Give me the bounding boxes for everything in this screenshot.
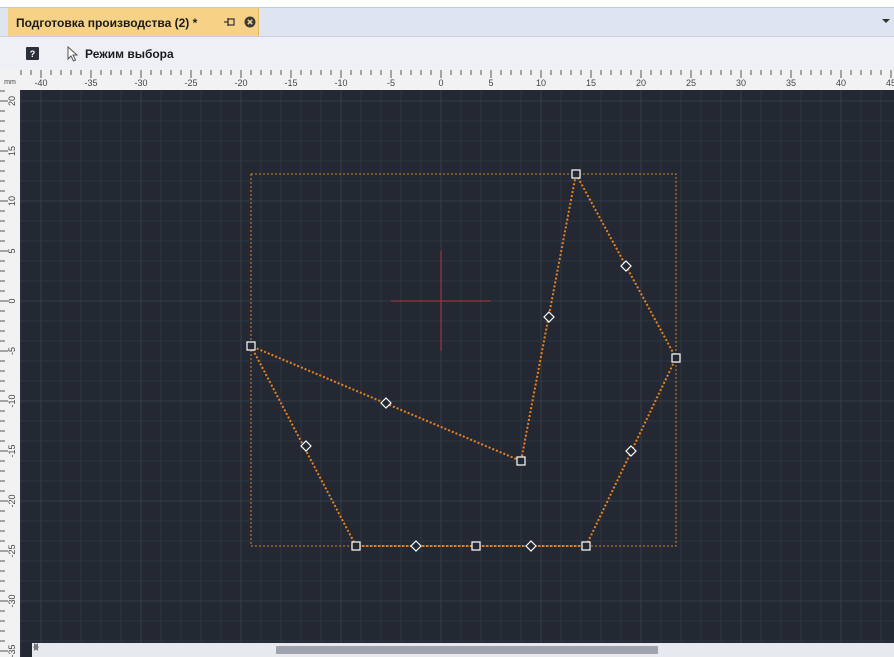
y-ruler-label: -15 <box>7 444 17 457</box>
y-ruler-label: 5 <box>7 248 17 253</box>
y-ruler-label: -25 <box>7 544 17 557</box>
x-ruler-label: 25 <box>686 78 696 88</box>
vertex-handle[interactable] <box>571 169 581 179</box>
vertex-handle[interactable] <box>351 541 361 551</box>
x-ruler-label: -10 <box>334 78 347 88</box>
x-ruler-label: -40 <box>34 78 47 88</box>
design-canvas[interactable]: -40 -35 -30 -25 -20 -15 -10 -5 0 5 10 15 20 25 30 35 40 4… <box>0 70 894 657</box>
tab-title: Подготовка производства (2) * <box>16 15 198 30</box>
y-ruler-label: 10 <box>7 196 17 206</box>
close-icon[interactable] <box>244 16 256 28</box>
y-ruler-label: -35 <box>7 644 17 657</box>
y-ruler-label: -10 <box>7 394 17 407</box>
x-ruler-label: -30 <box>134 78 147 88</box>
vertex-handle[interactable] <box>581 541 591 551</box>
vertex-handle[interactable] <box>471 541 481 551</box>
pin-icon[interactable] <box>223 15 237 29</box>
x-ruler-label: 40 <box>836 78 846 88</box>
y-ruler-label: -30 <box>7 594 17 607</box>
x-ruler-label: -15 <box>284 78 297 88</box>
canvas-drawing[interactable]: -40 -35 -30 -25 -20 -15 -10 -5 0 5 10 15 20 25 30 35 40 4… <box>0 70 894 657</box>
x-ruler-label: -5 <box>387 78 395 88</box>
horizontal-scrollbar[interactable] <box>32 643 894 657</box>
document-tab[interactable]: Подготовка производства (2) * <box>8 8 259 37</box>
vertex-handle[interactable] <box>671 353 681 363</box>
ruler-unit-label: mm <box>4 79 16 86</box>
canvas-background <box>0 70 894 657</box>
x-ruler-label: 15 <box>586 78 596 88</box>
select-mode-button[interactable]: Режим выбора <box>66 45 174 63</box>
scrollbar-thumb[interactable] <box>276 646 658 654</box>
y-ruler-label: -20 <box>7 494 17 507</box>
y-ruler-label: -5 <box>7 347 17 355</box>
vertex-handle[interactable] <box>246 341 256 351</box>
x-ruler-label: 20 <box>636 78 646 88</box>
x-ruler-label: 35 <box>786 78 796 88</box>
y-ruler-label: 0 <box>7 298 17 303</box>
x-ruler-label: 45 <box>886 78 894 88</box>
x-ruler-label: -20 <box>234 78 247 88</box>
x-ruler-label: 30 <box>736 78 746 88</box>
x-ruler-label: 5 <box>488 78 493 88</box>
x-ruler-label: 10 <box>536 78 546 88</box>
vertex-handle[interactable] <box>516 456 526 466</box>
x-ruler-label: -35 <box>84 78 97 88</box>
y-ruler-label: 15 <box>7 146 17 156</box>
select-mode-label: Режим выбора <box>85 47 174 61</box>
chevron-down-icon[interactable] <box>882 17 890 25</box>
toolbar: ? Режим выбора <box>0 36 894 71</box>
cursor-arrow-icon <box>67 46 79 62</box>
x-ruler-label: -25 <box>184 78 197 88</box>
document-tab-strip: Подготовка производства (2) * <box>0 7 894 37</box>
y-ruler-label: 20 <box>7 96 17 106</box>
vertical-ruler <box>0 70 20 657</box>
x-ruler-label: 0 <box>438 78 443 88</box>
scroll-right-icon[interactable] <box>32 643 40 651</box>
help-button[interactable]: ? <box>26 47 39 60</box>
